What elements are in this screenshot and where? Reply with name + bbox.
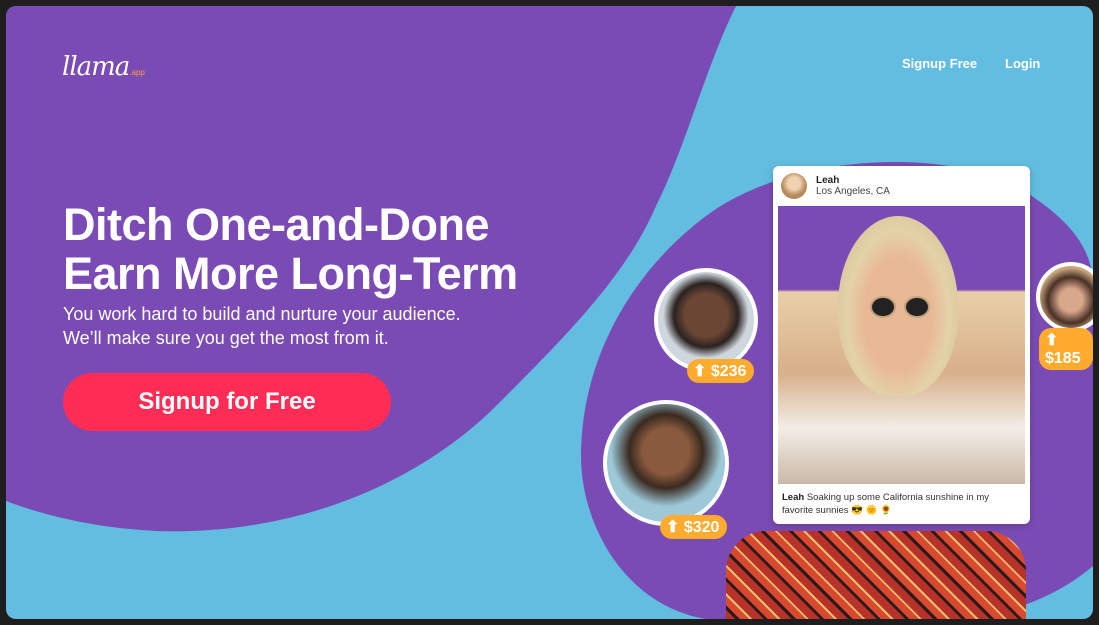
hero-title: Ditch One-and-Done Earn More Long-Term	[63, 199, 518, 299]
decorative-image	[726, 531, 1026, 619]
post-location: Los Angeles, CA	[816, 186, 890, 197]
sunglasses-icon	[870, 296, 930, 318]
earnings-badge: ⬆ $236	[687, 359, 755, 383]
nav-login[interactable]: Login	[1005, 56, 1040, 71]
hero-subtitle: You work hard to build and nurture your …	[63, 304, 461, 348]
signup-for-free-button[interactable]: Signup for Free	[63, 373, 391, 431]
post-author: Leah	[816, 175, 840, 186]
earnings-badge: ⬆ $320	[660, 515, 728, 539]
nav-signup-free[interactable]: Signup Free	[902, 56, 977, 71]
earnings-badge: ⬆ $185	[1039, 328, 1093, 370]
llama-logo[interactable]: llama.app	[62, 52, 145, 82]
avatar	[781, 173, 807, 199]
post-photo	[778, 206, 1025, 484]
post-card: Leah Los Angeles, CA Leah Soaking up som…	[773, 166, 1030, 524]
supporter-avatar	[654, 268, 758, 372]
browser-viewport: llama.app Signup Free Login Ditch One-an…	[6, 6, 1093, 619]
supporter-avatar	[603, 400, 729, 526]
post-caption: Leah Soaking up some California sunshine…	[782, 492, 990, 516]
